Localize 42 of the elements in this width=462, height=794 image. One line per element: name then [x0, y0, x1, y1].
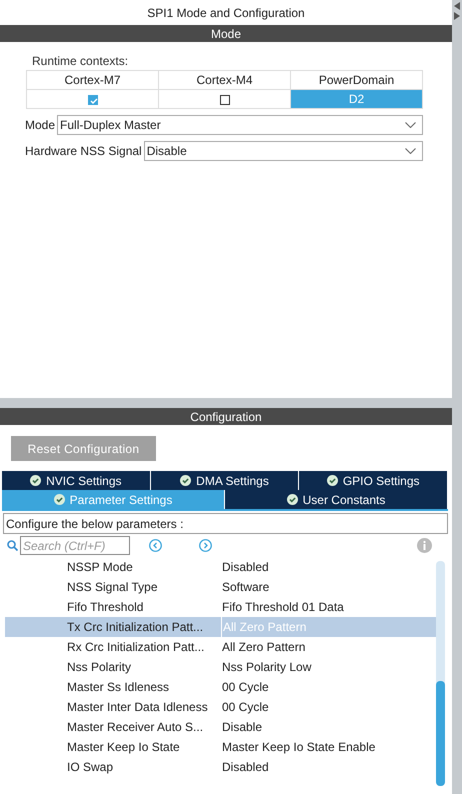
parameter-row[interactable]: Tx Crc Initialization Patt... All Zero Pattern	[5, 617, 436, 637]
previous-icon[interactable]	[149, 539, 162, 552]
parameter-row[interactable]: Master Receiver Auto S... Disable	[5, 717, 436, 737]
checkbox[interactable]	[88, 94, 98, 105]
runtime-label: Runtime contexts:	[32, 54, 130, 68]
parameter-row[interactable]: Master Keep Io State Master Keep Io State Enable	[5, 737, 436, 757]
parameter-row[interactable]: IO Swap Disabled	[5, 757, 436, 777]
tab[interactable]: DMA Settings	[150, 471, 300, 490]
column-header: Cortex-M7	[26, 70, 158, 90]
tab[interactable]: GPIO Settings	[299, 471, 448, 490]
hint-text: Configure the below parameters :	[3, 513, 448, 534]
window-title: SPI1 Mode and Configuration	[146, 4, 306, 22]
tab[interactable]: NVIC Settings	[2, 471, 151, 490]
search-field[interactable]: Search (Ctrl+F)	[20, 536, 130, 555]
parameter-row[interactable]: NSSP Mode Disabled	[5, 557, 436, 577]
field-label: Mode	[25, 118, 56, 132]
parameter-row[interactable]: NSS Signal Type Software	[5, 577, 436, 597]
parameter-row[interactable]: Fifo Threshold Fifo Threshold 01 Data	[5, 597, 436, 617]
section-header: Mode	[0, 25, 452, 42]
column-header: PowerDomain	[290, 70, 422, 90]
column-header: Cortex-M4	[158, 70, 290, 90]
parameter-row[interactable]: Rx Crc Initialization Patt... All Zero Pattern	[5, 637, 436, 657]
dropdown[interactable]: Full-Duplex Master	[57, 115, 423, 135]
check-circle-icon	[180, 475, 192, 486]
next-icon[interactable]	[199, 539, 212, 552]
section-header: Configuration	[0, 408, 452, 425]
search-icon	[7, 540, 18, 551]
field-label: Hardware NSS Signal	[25, 144, 142, 158]
check-circle-icon	[286, 494, 298, 505]
dropdown[interactable]: Disable	[144, 141, 423, 161]
chevron-down-icon	[405, 122, 416, 128]
tab[interactable]: User Constants	[225, 490, 448, 509]
parameter-row[interactable]: Master Ss Idleness 00 Cycle	[5, 677, 436, 697]
parameter-row[interactable]: Master Inter Data Idleness 00 Cycle	[5, 697, 436, 717]
check-circle-icon	[54, 494, 65, 505]
parameter-row[interactable]: Nss Polarity Nss Polarity Low	[5, 657, 436, 677]
chevron-down-icon	[405, 148, 416, 154]
scrollbar[interactable]	[436, 561, 445, 786]
check-circle-icon	[326, 475, 338, 486]
info-icon[interactable]	[417, 538, 432, 553]
checkbox[interactable]	[220, 94, 230, 105]
check-circle-icon	[30, 475, 42, 486]
